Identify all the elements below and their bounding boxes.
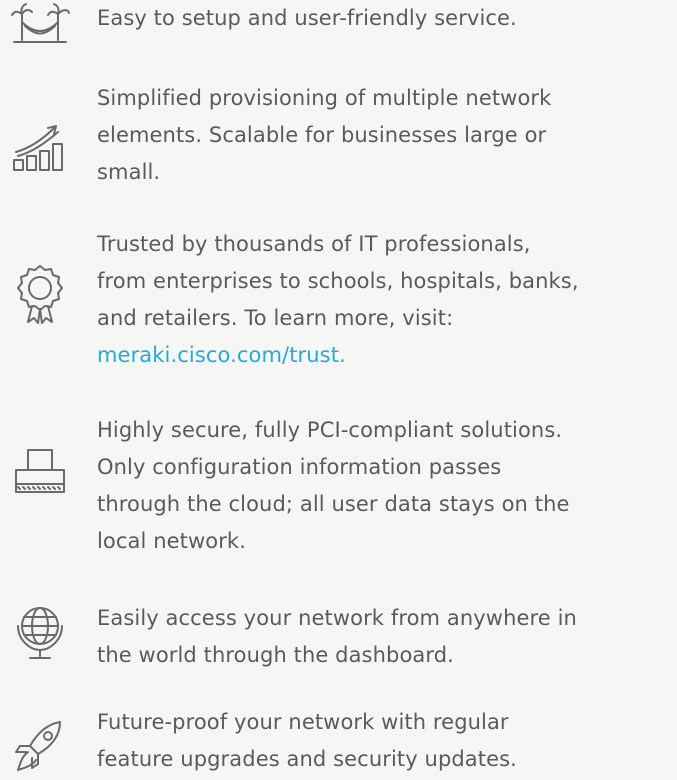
feature-text: Easily access your network from anywhere…	[97, 600, 672, 674]
feature-text: Trusted by thousands of IT professionals…	[97, 226, 672, 374]
feature-text: Simplified provisioning of multiple netw…	[97, 80, 672, 191]
feature-line: small.	[97, 160, 161, 184]
feature-text: Easy to setup and user-friendly service.	[97, 0, 672, 37]
feature-line: and retailers. To learn more, visit:	[97, 306, 454, 330]
feature-line: feature upgrades and security updates.	[97, 747, 517, 771]
feature-line: Only configuration information passes	[97, 455, 502, 479]
secure-server-icon	[8, 444, 72, 508]
feature-line: Highly secure, fully PCI-compliant solut…	[97, 418, 563, 442]
feature-text: Future-proof your network with regular f…	[97, 704, 672, 778]
feature-line: elements. Scalable for businesses large …	[97, 123, 547, 147]
feature-line: the world through the dashboard.	[97, 643, 454, 667]
growth-chart-icon	[8, 116, 72, 180]
feature-line: Easy to setup and user-friendly service.	[97, 6, 517, 30]
hammock-icon	[8, 0, 72, 54]
feature-line: Simplified provisioning of multiple netw…	[97, 86, 552, 110]
globe-icon	[8, 600, 72, 664]
feature-line: local network.	[97, 529, 246, 553]
rocket-icon	[8, 716, 72, 780]
feature-line: through the cloud; all user data stays o…	[97, 492, 570, 516]
feature-line: from enterprises to schools, hospitals, …	[97, 269, 579, 293]
feature-line: Trusted by thousands of IT professionals…	[97, 232, 531, 256]
trust-link[interactable]: meraki.cisco.com/trust.	[97, 337, 672, 374]
feature-line: Future-proof your network with regular	[97, 710, 509, 734]
feature-line: Easily access your network from anywhere…	[97, 606, 577, 630]
award-ribbon-icon	[8, 262, 72, 326]
feature-text: Highly secure, fully PCI-compliant solut…	[97, 412, 672, 560]
